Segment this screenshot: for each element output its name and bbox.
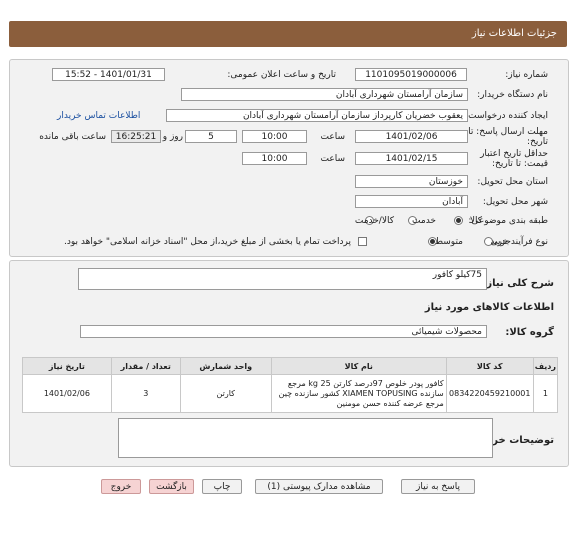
validity-time-label: ساعت: [320, 154, 346, 164]
validity-label: حداقل تاریخ اعتبار قیمت: تا تاریخ:: [480, 149, 548, 169]
need-number-field: 1101095019000006: [355, 68, 467, 81]
category-option-both: کالا/خدمت: [354, 216, 394, 226]
group-label: گروه کالا:: [505, 327, 554, 338]
category-option-goods: کالا: [469, 216, 482, 226]
validity-time-field: 10:00: [242, 152, 307, 165]
province-label: استان محل تحویل:: [477, 177, 548, 187]
cell-date: 1401/02/06: [22, 374, 112, 413]
cell-unit: کارتن: [179, 374, 272, 413]
col-unit-header: واحد شمارش: [179, 357, 272, 375]
back-button[interactable]: بازگشت: [149, 479, 194, 494]
cell-code: 0834220459210001: [445, 374, 534, 413]
days-field: 5: [185, 130, 237, 143]
creator-field: یعقوب خضریان کارپرداز سازمان آرامستان شه…: [166, 109, 468, 122]
reply-button[interactable]: پاسخ به نیاز: [401, 479, 475, 494]
page-title: جزئیات اطلاعات نیاز: [471, 28, 557, 39]
items-table: ردیف کد کالا نام کالا واحد شمارش تعداد /…: [22, 357, 559, 413]
process-option-medium: متوسط: [434, 237, 463, 247]
need-number-label: شماره نیاز:: [505, 70, 548, 80]
group-field: محصولات شیمیائی: [80, 325, 487, 338]
payment-note: پرداخت تمام یا بخشی از مبلغ خرید،از محل …: [63, 237, 351, 247]
need-desc-label: شرح کلی نیاز:: [482, 278, 554, 289]
buyer-notes-field: [118, 418, 493, 458]
creator-label: ایجاد کننده درخواست:: [465, 111, 548, 121]
cell-row: 1: [532, 374, 559, 413]
col-qty-header: تعداد / مقدار: [110, 357, 181, 375]
deadline-time-label: ساعت: [320, 132, 346, 142]
treasury-checkbox[interactable]: [358, 237, 367, 246]
deadline-date-field: 1401/02/06: [355, 130, 468, 143]
page-header: جزئیات اطلاعات نیاز: [9, 21, 567, 47]
need-desc-field: 75کیلو کافور: [78, 268, 487, 290]
cell-qty: 3: [110, 374, 181, 413]
table-header-row: ردیف کد کالا نام کالا واحد شمارش تعداد /…: [22, 357, 559, 375]
process-option-minor: جزیی: [490, 237, 511, 247]
deadline-label: مهلت ارسال پاسخ: تا تاریخ:: [468, 127, 548, 147]
exit-button[interactable]: خروج: [101, 479, 141, 494]
announce-field: 1401/01/31 - 15:52: [52, 68, 165, 81]
col-date-header: تاریخ نیاز: [22, 357, 112, 375]
category-option-service: خدمت: [412, 216, 436, 226]
col-row-header: ردیف: [532, 357, 559, 375]
cell-name: کافور پودر خلوص 97درصد کارتن 25 kg مرجع …: [270, 374, 447, 413]
attachments-button[interactable]: مشاهده مدارک پیوستی (1): [255, 479, 383, 494]
print-button[interactable]: چاپ: [202, 479, 242, 494]
announce-label: تاریخ و ساعت اعلان عمومی:: [227, 70, 336, 80]
deadline-time-field: 10:00: [242, 130, 307, 143]
contact-buyer-link[interactable]: اطلاعات تماس خریدار: [57, 111, 140, 121]
col-code-header: کد کالا: [445, 357, 534, 375]
items-section-title: اطلاعات کالاهای مورد نیاز: [424, 302, 554, 313]
city-label: شهر محل تحویل:: [482, 197, 548, 207]
remaining-time-field: 16:25:21: [111, 130, 161, 143]
city-field: آبادان: [355, 195, 468, 208]
buyer-org-label: نام دستگاه خریدار:: [477, 90, 548, 100]
validity-date-field: 1401/02/15: [355, 152, 468, 165]
days-label: روز و: [162, 132, 183, 142]
buyer-org-field: سازمان آرامستان شهرداری آبادان: [181, 88, 468, 101]
col-name-header: نام کالا: [270, 357, 447, 375]
province-field: خوزستان: [355, 175, 468, 188]
remaining-label: ساعت باقی مانده: [39, 132, 106, 142]
table-row: 1 0834220459210001 کافور پودر خلوص 97درص…: [22, 374, 559, 413]
category-radio-goods[interactable]: [454, 216, 463, 225]
